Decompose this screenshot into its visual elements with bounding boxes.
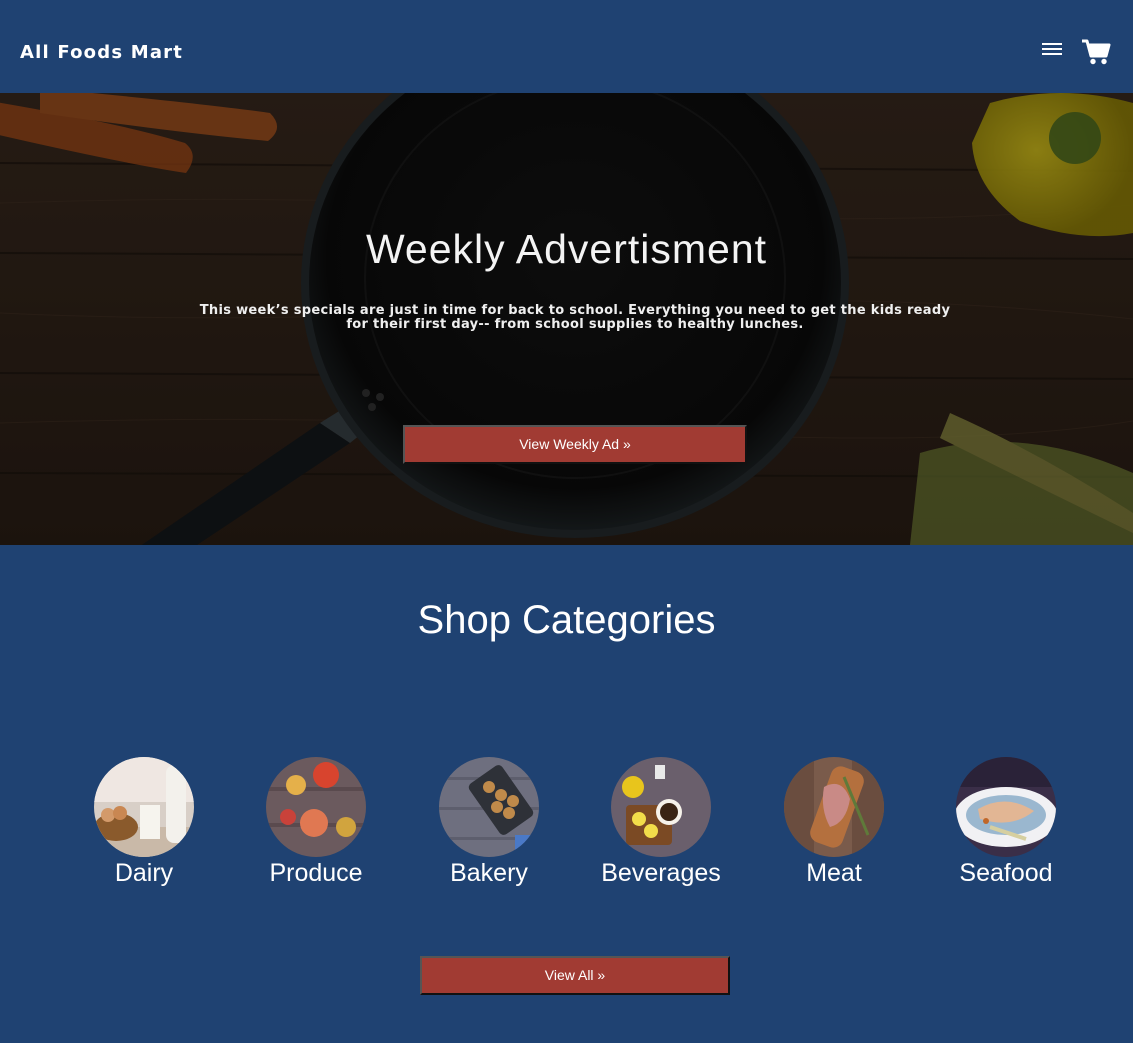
category-label: Meat <box>806 859 862 887</box>
shopping-cart-icon[interactable] <box>1081 38 1111 66</box>
hamburger-menu-icon[interactable] <box>1042 43 1062 59</box>
seafood-image <box>956 757 1056 857</box>
hero-title: Weekly Advertisment <box>365 226 768 272</box>
category-label: Dairy <box>114 859 174 887</box>
category-label: Seafood <box>959 859 1053 887</box>
category-seafood[interactable]: Seafood <box>921 757 1091 888</box>
category-meat[interactable]: Meat <box>749 757 919 888</box>
meat-image <box>784 757 884 857</box>
site-header: All Foods Mart <box>0 0 1133 93</box>
category-dairy[interactable]: Dairy <box>59 757 229 888</box>
category-beverages[interactable]: Beverages <box>576 757 746 888</box>
category-produce[interactable]: Produce <box>231 757 401 888</box>
category-label: Beverages <box>601 859 721 887</box>
category-bakery[interactable]: Bakery <box>404 757 574 888</box>
weekly-ad-hero: Weekly Advertisment This week’s specials… <box>0 93 1133 545</box>
view-weekly-ad-button[interactable]: View Weekly Ad » <box>403 425 747 464</box>
beverages-image <box>611 757 711 857</box>
dairy-image <box>94 757 194 857</box>
bakery-image <box>439 757 539 857</box>
view-all-categories-button[interactable]: View All » <box>420 956 730 995</box>
category-label: Produce <box>269 859 363 887</box>
brand-logo[interactable]: All Foods Mart <box>20 42 183 63</box>
category-label: Bakery <box>450 859 528 887</box>
hero-description: This week’s specials are just in time fo… <box>199 303 951 332</box>
produce-image <box>266 757 366 857</box>
shop-categories-title: Shop Categories <box>417 598 716 642</box>
